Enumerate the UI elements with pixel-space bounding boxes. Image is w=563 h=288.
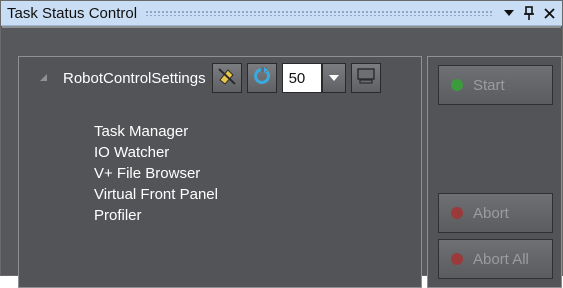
start-button[interactable]: Start [438, 65, 553, 105]
tree-root-row: RobotControlSettings 50 [39, 62, 381, 94]
panel-content: RobotControlSettings 50 Task Manager IO … [2, 26, 562, 288]
window-title: Task Status Control [7, 4, 138, 22]
tree-item-task-manager[interactable]: Task Manager [94, 121, 218, 142]
refresh-count-input[interactable]: 50 [281, 63, 322, 93]
start-status-icon [451, 79, 463, 91]
count-dropdown-button[interactable] [321, 63, 346, 93]
pin-icon[interactable] [520, 4, 538, 22]
abort-all-status-icon [451, 253, 463, 265]
clear-selection-button[interactable] [211, 63, 242, 93]
tree-item-virtual-front-panel[interactable]: Virtual Front Panel [94, 184, 218, 205]
tree-item-io-watcher[interactable]: IO Watcher [94, 142, 218, 163]
tree-root-label[interactable]: RobotControlSettings [63, 70, 206, 87]
action-buttons-area: Start Abort Abort All [427, 56, 562, 288]
close-icon[interactable] [540, 4, 558, 22]
title-grip [145, 10, 492, 16]
task-tree-area: RobotControlSettings 50 Task Manager IO … [18, 56, 422, 288]
start-button-label: Start [473, 76, 505, 94]
display-button[interactable] [350, 63, 381, 93]
abort-button-label: Abort [473, 204, 509, 222]
tree-children: Task Manager IO Watcher V+ File Browser … [94, 121, 218, 226]
monitor-icon [356, 67, 376, 90]
chevron-down-icon [328, 69, 339, 87]
tree-item-file-browser[interactable]: V+ File Browser [94, 163, 218, 184]
dropdown-arrow-icon[interactable] [500, 4, 518, 22]
task-status-control-panel: Task Status Control RobotControlSettings… [0, 0, 563, 288]
abort-status-icon [451, 207, 463, 219]
refresh-icon [252, 66, 272, 91]
abort-all-button-label: Abort All [473, 250, 529, 268]
abort-all-button[interactable]: Abort All [438, 239, 553, 279]
eraser-icon [217, 66, 237, 91]
title-bar: Task Status Control [1, 1, 562, 26]
tree-item-profiler[interactable]: Profiler [94, 205, 218, 226]
refresh-button[interactable] [246, 63, 277, 93]
abort-button[interactable]: Abort [438, 193, 553, 233]
collapse-arrow-icon[interactable] [39, 73, 49, 83]
